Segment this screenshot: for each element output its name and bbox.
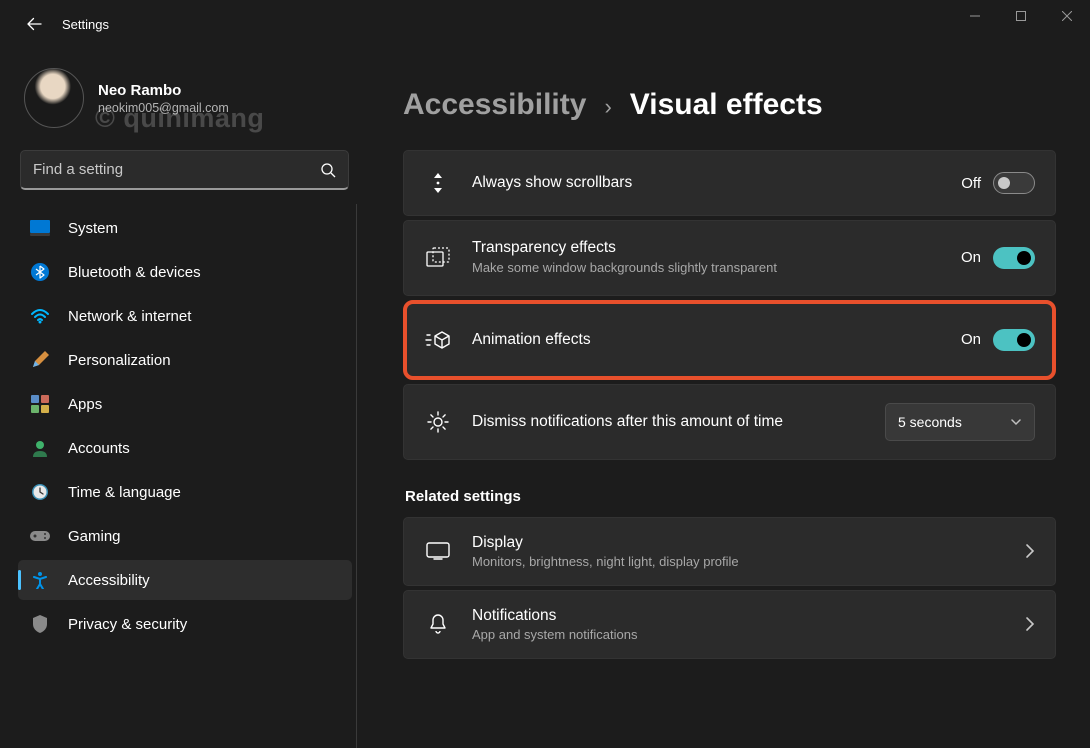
sidebar-item-label: Bluetooth & devices <box>68 264 201 281</box>
sidebar-item-label: Privacy & security <box>68 616 187 633</box>
profile-block[interactable]: Neo Rambo neokim005@gmail.com <box>14 64 355 146</box>
brightness-icon <box>424 408 452 436</box>
breadcrumb-separator: › <box>604 94 611 120</box>
sidebar-item-personalization[interactable]: Personalization <box>18 340 352 380</box>
arrow-left-icon <box>26 16 42 32</box>
accessibility-icon <box>30 570 50 590</box>
gaming-icon <box>30 526 50 546</box>
transparency-toggle[interactable] <box>993 247 1035 269</box>
toggle-state-label: On <box>961 331 981 348</box>
system-icon <box>30 218 50 238</box>
sidebar-item-accessibility[interactable]: Accessibility <box>18 560 352 600</box>
setting-title: Dismiss notifications after this amount … <box>472 413 865 431</box>
setting-scrollbars: Always show scrollbars Off <box>403 150 1056 216</box>
animation-toggle[interactable] <box>993 329 1035 351</box>
link-desc: App and system notifications <box>472 627 1005 642</box>
minimize-button[interactable] <box>952 0 998 32</box>
display-icon <box>424 537 452 565</box>
scrollbars-icon <box>424 169 452 197</box>
dismiss-duration-dropdown[interactable]: 5 seconds <box>885 403 1035 441</box>
transparency-icon <box>424 244 452 272</box>
scrollbars-toggle[interactable] <box>993 172 1035 194</box>
sidebar-item-gaming[interactable]: Gaming <box>18 516 352 556</box>
setting-title: Transparency effects <box>472 239 941 257</box>
shield-icon <box>30 614 50 634</box>
related-notifications[interactable]: Notifications App and system notificatio… <box>403 590 1056 659</box>
sidebar-item-label: Apps <box>68 396 102 413</box>
setting-title: Animation effects <box>472 331 941 349</box>
setting-desc: Make some window backgrounds slightly tr… <box>472 259 941 277</box>
maximize-button[interactable] <box>998 0 1044 32</box>
nav-list: System Bluetooth & devices Network & int… <box>14 204 357 748</box>
sidebar-item-system[interactable]: System <box>18 208 352 248</box>
search-icon <box>320 162 336 178</box>
setting-title: Always show scrollbars <box>472 174 941 192</box>
setting-dismiss-notifications: Dismiss notifications after this amount … <box>403 384 1056 460</box>
related-settings-header: Related settings <box>405 488 1056 505</box>
bell-icon <box>424 610 452 638</box>
profile-email: neokim005@gmail.com <box>98 101 229 115</box>
clock-icon <box>30 482 50 502</box>
avatar <box>24 68 84 128</box>
link-desc: Monitors, brightness, night light, displ… <box>472 554 1005 569</box>
main-content: Accessibility › Visual effects Always sh… <box>365 48 1090 748</box>
chevron-right-icon <box>1025 543 1035 559</box>
close-icon <box>1062 11 1072 21</box>
window-title: Settings <box>62 17 109 32</box>
link-title: Display <box>472 534 1005 552</box>
maximize-icon <box>1016 11 1026 21</box>
sidebar-item-label: Network & internet <box>68 308 191 325</box>
breadcrumb: Accessibility › Visual effects <box>403 88 1056 122</box>
profile-name: Neo Rambo <box>98 82 229 99</box>
related-display[interactable]: Display Monitors, brightness, night ligh… <box>403 517 1056 586</box>
search-input[interactable] <box>33 161 320 178</box>
sidebar-item-label: Personalization <box>68 352 171 369</box>
toggle-state-label: On <box>961 249 981 266</box>
bluetooth-icon <box>30 262 50 282</box>
chevron-down-icon <box>1010 416 1022 428</box>
setting-animation: Animation effects On <box>403 300 1056 380</box>
sidebar-item-privacy[interactable]: Privacy & security <box>18 604 352 644</box>
animation-icon <box>424 326 452 354</box>
titlebar: Settings <box>0 0 1090 48</box>
sidebar-item-time[interactable]: Time & language <box>18 472 352 512</box>
sidebar-item-bluetooth[interactable]: Bluetooth & devices <box>18 252 352 292</box>
toggle-state-label: Off <box>961 175 981 192</box>
dropdown-value: 5 seconds <box>898 414 962 430</box>
window-controls <box>952 0 1090 32</box>
breadcrumb-current: Visual effects <box>630 88 823 122</box>
minimize-icon <box>970 11 980 21</box>
link-title: Notifications <box>472 607 1005 625</box>
breadcrumb-parent[interactable]: Accessibility <box>403 88 586 122</box>
sidebar-item-network[interactable]: Network & internet <box>18 296 352 336</box>
sidebar: Neo Rambo neokim005@gmail.com © quiniman… <box>0 48 365 748</box>
sidebar-item-label: System <box>68 220 118 237</box>
sidebar-item-accounts[interactable]: Accounts <box>18 428 352 468</box>
personalization-icon <box>30 350 50 370</box>
setting-transparency: Transparency effects Make some window ba… <box>403 220 1056 296</box>
back-button[interactable] <box>20 10 48 38</box>
close-button[interactable] <box>1044 0 1090 32</box>
sidebar-item-label: Time & language <box>68 484 181 501</box>
apps-icon <box>30 394 50 414</box>
accounts-icon <box>30 438 50 458</box>
sidebar-item-label: Accessibility <box>68 572 150 589</box>
wifi-icon <box>30 306 50 326</box>
search-box[interactable] <box>20 150 349 190</box>
sidebar-item-label: Accounts <box>68 440 130 457</box>
chevron-right-icon <box>1025 616 1035 632</box>
sidebar-item-apps[interactable]: Apps <box>18 384 352 424</box>
sidebar-item-label: Gaming <box>68 528 121 545</box>
